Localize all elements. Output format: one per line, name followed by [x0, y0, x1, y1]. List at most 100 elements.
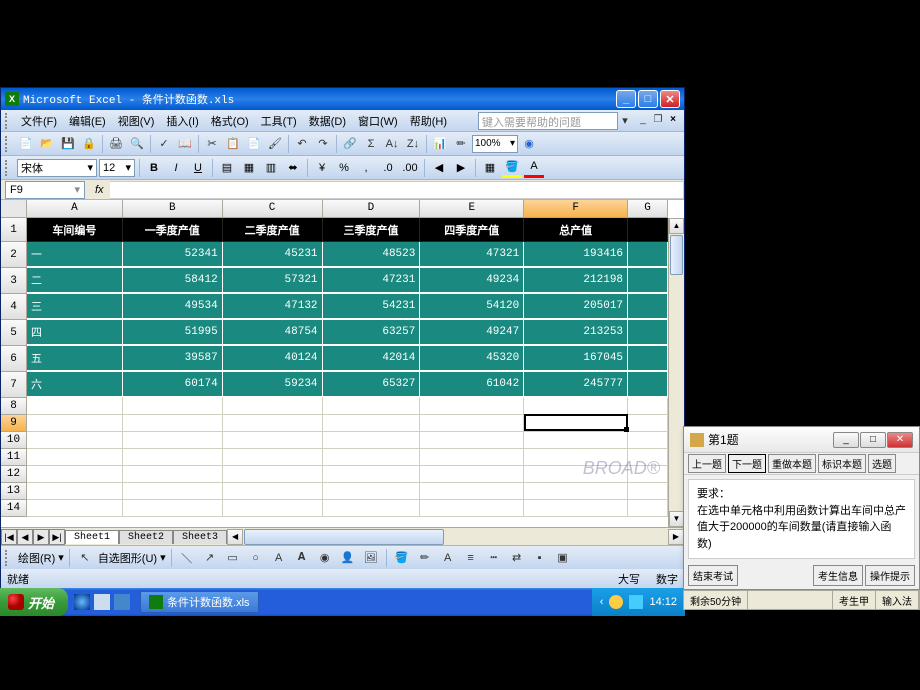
autosum-icon[interactable]: Σ	[361, 134, 381, 154]
format-handle[interactable]	[5, 160, 11, 176]
scroll-up-icon[interactable]: ▲	[669, 218, 684, 234]
comma-icon[interactable]: ,	[356, 158, 376, 178]
save-icon[interactable]: 💾	[58, 134, 78, 154]
select-question-button[interactable]: 选题	[868, 454, 896, 473]
menu-data[interactable]: 数据(D)	[303, 111, 352, 131]
cell[interactable]: 48523	[323, 242, 421, 268]
row-header-3[interactable]: 3	[1, 268, 27, 294]
col-header-D[interactable]: D	[323, 200, 421, 218]
row-header-11[interactable]: 11	[1, 449, 27, 466]
doc-minimize-button[interactable]: _	[636, 114, 650, 128]
ie-icon[interactable]	[74, 594, 90, 610]
row-header-9[interactable]: 9	[1, 415, 27, 432]
cell[interactable]: 65327	[323, 372, 421, 398]
cell[interactable]: 一季度产值	[123, 218, 223, 242]
cell[interactable]	[628, 398, 668, 415]
tray-shield-icon[interactable]	[629, 595, 643, 609]
cell[interactable]	[420, 415, 524, 432]
cell[interactable]: 52341	[123, 242, 223, 268]
cell[interactable]	[223, 449, 323, 466]
permission-icon[interactable]: 🔒	[79, 134, 99, 154]
textbox-icon[interactable]: A	[269, 548, 289, 568]
col-header-C[interactable]: C	[223, 200, 323, 218]
underline-icon[interactable]: U	[188, 158, 208, 178]
sheet-tab-Sheet2[interactable]: Sheet2	[119, 530, 173, 544]
cells-area[interactable]: 车间编号一季度产值二季度产值三季度产值四季度产值总产值一523414523148…	[27, 218, 668, 527]
row-header-1[interactable]: 1	[1, 218, 27, 242]
scroll-right-icon[interactable]: ▶	[668, 529, 684, 545]
cell[interactable]	[123, 398, 223, 415]
cell[interactable]	[628, 294, 668, 320]
menu-insert[interactable]: 插入(I)	[160, 111, 204, 131]
col-header-B[interactable]: B	[123, 200, 223, 218]
cell[interactable]	[524, 483, 628, 500]
cell[interactable]	[27, 432, 123, 449]
cell[interactable]	[628, 372, 668, 398]
line-color-icon[interactable]: ✏	[415, 548, 435, 568]
cell[interactable]	[628, 466, 668, 483]
line-style-icon[interactable]: ≡	[461, 548, 481, 568]
open-icon[interactable]: 📂	[37, 134, 57, 154]
spreadsheet-grid[interactable]: ABCDEFG 1234567891011121314 车间编号一季度产值二季度…	[1, 200, 684, 527]
cell[interactable]: 45231	[223, 242, 323, 268]
dec-indent-icon[interactable]: ◀	[429, 158, 449, 178]
help-dropdown-icon[interactable]: ▾	[618, 114, 632, 127]
cell[interactable]: 57321	[223, 268, 323, 294]
vertical-scrollbar[interactable]: ▲ ▼	[668, 218, 684, 527]
cell[interactable]: 40124	[223, 346, 323, 372]
cell[interactable]: 245777	[524, 372, 628, 398]
start-button[interactable]: 开始	[0, 588, 68, 616]
cell[interactable]	[323, 432, 421, 449]
row-header-2[interactable]: 2	[1, 242, 27, 268]
preview-icon[interactable]: 🔍	[127, 134, 147, 154]
col-header-A[interactable]: A	[27, 200, 123, 218]
tray-expand-icon[interactable]: ‹	[600, 596, 604, 608]
cell[interactable]	[628, 268, 668, 294]
cell[interactable]	[420, 398, 524, 415]
cell[interactable]	[123, 432, 223, 449]
cell[interactable]	[628, 500, 668, 517]
cell[interactable]	[123, 449, 223, 466]
scroll-down-icon[interactable]: ▼	[669, 511, 684, 527]
cell[interactable]: 167045	[524, 346, 628, 372]
row-header-5[interactable]: 5	[1, 320, 27, 346]
cell[interactable]	[223, 466, 323, 483]
taskbar-item-excel[interactable]: 条件计数函数.xls	[140, 591, 259, 613]
student-info-button[interactable]: 考生信息	[813, 565, 863, 586]
cell[interactable]	[27, 466, 123, 483]
row-header-4[interactable]: 4	[1, 294, 27, 320]
cell[interactable]	[524, 398, 628, 415]
line-icon[interactable]: ＼	[177, 548, 197, 568]
end-exam-button[interactable]: 结束考试	[688, 565, 738, 586]
cell[interactable]	[628, 432, 668, 449]
cell[interactable]	[420, 466, 524, 483]
cell[interactable]: 54231	[323, 294, 421, 320]
cell[interactable]: 二	[27, 268, 123, 294]
format-painter-icon[interactable]: 🖌	[265, 134, 285, 154]
col-header-G[interactable]: G	[628, 200, 668, 218]
menu-help[interactable]: 帮助(H)	[404, 111, 453, 131]
cell[interactable]	[123, 483, 223, 500]
cell[interactable]	[27, 415, 123, 432]
maximize-button[interactable]: □	[638, 90, 658, 108]
menu-window[interactable]: 窗口(W)	[352, 111, 404, 131]
select-all-corner[interactable]	[1, 200, 27, 218]
cell[interactable]	[628, 242, 668, 268]
horizontal-scrollbar[interactable]: ◀ ▶	[227, 529, 684, 545]
menubar-handle[interactable]	[5, 113, 11, 129]
sort-desc-icon[interactable]: Z↓	[403, 134, 423, 154]
cell[interactable]	[323, 500, 421, 517]
autoshapes-menu[interactable]: 自选图形(U)	[98, 550, 157, 566]
cell[interactable]	[27, 483, 123, 500]
cell[interactable]	[27, 449, 123, 466]
italic-icon[interactable]: I	[166, 158, 186, 178]
clipart-icon[interactable]: 👤	[338, 548, 358, 568]
row-header-12[interactable]: 12	[1, 466, 27, 483]
undo-icon[interactable]: ↶	[292, 134, 312, 154]
cell[interactable]: 63257	[323, 320, 421, 346]
cell[interactable]	[323, 415, 421, 432]
new-icon[interactable]: 📄	[16, 134, 36, 154]
cell[interactable]	[420, 500, 524, 517]
draw-menu[interactable]: 绘图(R)	[18, 550, 55, 566]
cell[interactable]: 59234	[223, 372, 323, 398]
